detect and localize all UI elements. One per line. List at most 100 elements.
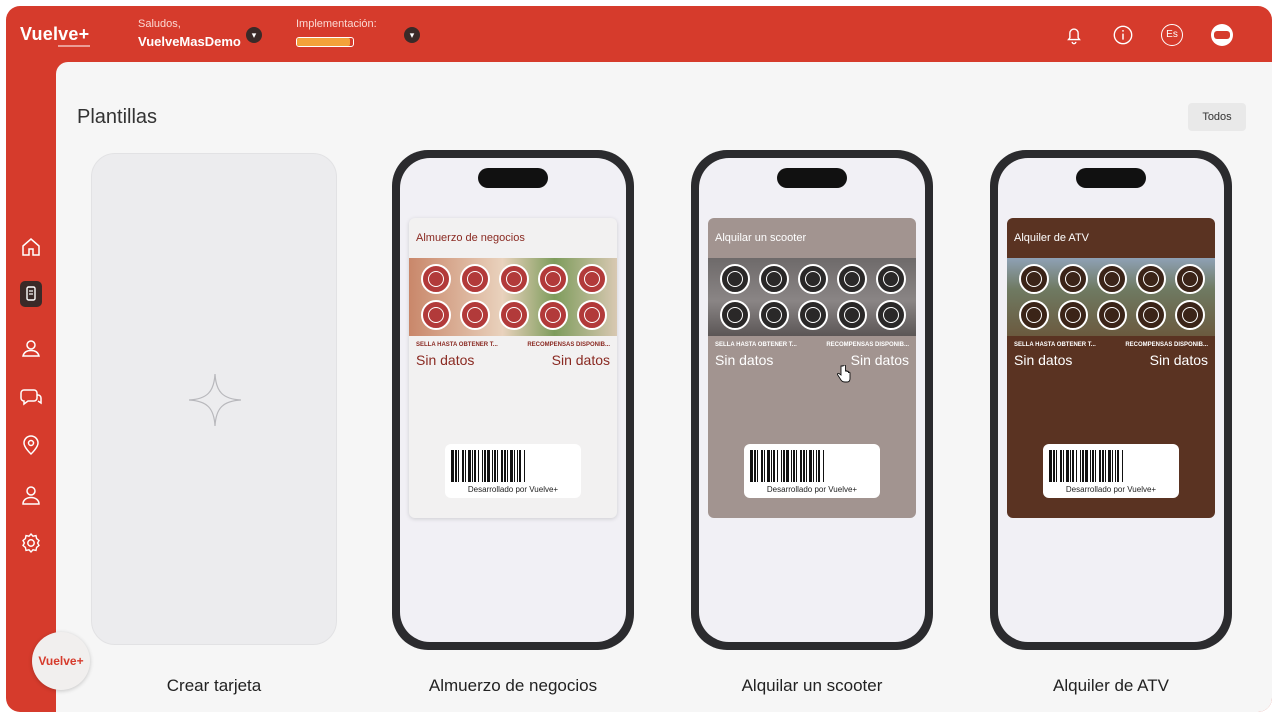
rewards-label: RECOMPENSAS DISPONIB... (527, 342, 610, 348)
template-label: Alquiler de ATV (1053, 676, 1169, 695)
stamp-emblem (1026, 307, 1042, 323)
stamp-emblem (545, 307, 561, 323)
stamp-icon (1019, 300, 1049, 330)
stamps-value: Sin datos (416, 352, 475, 368)
rewards-label: RECOMPENSAS DISPONIB... (826, 342, 909, 348)
stamp-icon (1097, 300, 1127, 330)
home-icon[interactable] (19, 235, 43, 259)
stamps-label: SELLA HASTA OBTENER T... (416, 342, 498, 348)
stamp-emblem (805, 271, 821, 287)
stamp-emblem (545, 271, 561, 287)
location-icon[interactable] (19, 433, 43, 457)
stamps-value: Sin datos (1014, 352, 1073, 368)
stamp-emblem (766, 271, 782, 287)
stamp-icon (1097, 264, 1127, 294)
stamp-emblem (1065, 307, 1081, 323)
template-phone-preview[interactable]: Alquiler de ATV SELLA HASTA OBTENER T...… (990, 150, 1232, 650)
info-icon[interactable] (1112, 24, 1134, 46)
implementation-progress-bar (296, 37, 354, 47)
page-title: Plantillas (77, 106, 158, 128)
stamp-icon (1019, 264, 1049, 294)
stamp-emblem (584, 271, 600, 287)
stamp-icon (1175, 264, 1205, 294)
filter-all-button[interactable]: Todos (1188, 103, 1246, 131)
stamp-emblem (883, 271, 899, 287)
pass-card: Alquiler de ATV SELLA HASTA OBTENER T...… (1007, 218, 1215, 518)
stamp-icon (460, 300, 490, 330)
implementation-dropdown-chevron-icon[interactable]: ▾ (404, 27, 420, 43)
avatar-logo (1214, 31, 1230, 39)
create-card-placeholder[interactable] (91, 153, 337, 645)
username: VuelveMasDemo (138, 34, 241, 49)
card-icon (26, 286, 36, 301)
stamp-icon (759, 300, 789, 330)
stamp-icon (1175, 300, 1205, 330)
stamp-icon (798, 264, 828, 294)
messages-icon[interactable] (19, 385, 43, 409)
sparkle-add-icon (189, 374, 241, 426)
barcode-image (1049, 450, 1173, 482)
bell-icon[interactable] (1063, 24, 1085, 46)
stamp-icon (1058, 300, 1088, 330)
phone-notch (478, 168, 548, 188)
stamps-value: Sin datos (715, 352, 774, 368)
stamp-emblem (506, 307, 522, 323)
implementation-progress-fill (297, 38, 351, 46)
stamp-emblem (844, 307, 860, 323)
barcode-image (750, 450, 874, 482)
template-label: Alquilar un scooter (741, 676, 883, 695)
stamp-icon (499, 300, 529, 330)
stamp-emblem (727, 307, 743, 323)
stamp-icon (876, 300, 906, 330)
template-phone-preview[interactable]: Alquilar un scooter SELLA HASTA OBTENER … (691, 150, 933, 650)
sidebar (6, 62, 56, 712)
stamp-icon (876, 264, 906, 294)
barcode: Desarrollado por Vuelve+ (445, 444, 581, 498)
pass-strip-image (708, 258, 916, 336)
pass-card: Alquilar un scooter SELLA HASTA OBTENER … (708, 218, 916, 518)
user-icon[interactable] (19, 483, 43, 507)
phone-screen: Alquilar un scooter SELLA HASTA OBTENER … (699, 158, 925, 642)
create-card-label: Crear tarjeta (166, 676, 262, 695)
stamp-icon (460, 264, 490, 294)
stamp-emblem (584, 307, 600, 323)
stamp-emblem (883, 307, 899, 323)
rewards-value: Sin datos (1149, 352, 1208, 368)
pass-card: Almuerzo de negocios SELLA HASTA OBTENER… (409, 218, 617, 518)
phone-notch (1076, 168, 1146, 188)
template-label: Almuerzo de negocios (428, 676, 598, 695)
pass-title: Alquilar un scooter (715, 232, 807, 244)
stamp-emblem (1182, 307, 1198, 323)
stamp-icon (538, 300, 568, 330)
stamp-emblem (1182, 271, 1198, 287)
stamp-icon (1136, 300, 1166, 330)
pass-title: Almuerzo de negocios (416, 232, 525, 244)
stamps-label: SELLA HASTA OBTENER T... (1014, 342, 1096, 348)
avatar[interactable] (1211, 24, 1233, 46)
user-dropdown-chevron-icon[interactable]: ▾ (246, 27, 262, 43)
language-selector[interactable]: Es (1161, 24, 1183, 46)
stamp-icon (421, 264, 451, 294)
stamp-emblem (1104, 271, 1120, 287)
stamp-emblem (1065, 271, 1081, 287)
vuelve-fab-button[interactable]: Vuelve+ (32, 632, 90, 690)
sidebar-item-cards[interactable] (20, 281, 42, 307)
template-phone-preview[interactable]: Almuerzo de negocios SELLA HASTA OBTENER… (392, 150, 634, 650)
stamp-emblem (467, 271, 483, 287)
barcode-bar (824, 450, 826, 482)
stamp-icon (720, 300, 750, 330)
stamp-emblem (428, 307, 444, 323)
stamp-emblem (1143, 271, 1159, 287)
stamp-emblem (428, 271, 444, 287)
phone-screen: Almuerzo de negocios SELLA HASTA OBTENER… (400, 158, 626, 642)
clients-icon[interactable] (19, 336, 43, 360)
pass-title: Alquiler de ATV (1014, 232, 1090, 244)
app-logo[interactable]: Vuelve+ (20, 24, 89, 45)
stamp-icon (837, 300, 867, 330)
settings-icon[interactable] (19, 531, 43, 555)
stamp-icon (577, 300, 607, 330)
stamp-emblem (727, 271, 743, 287)
stamp-emblem (1143, 307, 1159, 323)
barcode: Desarrollado por Vuelve+ (744, 444, 880, 498)
stamp-emblem (766, 307, 782, 323)
